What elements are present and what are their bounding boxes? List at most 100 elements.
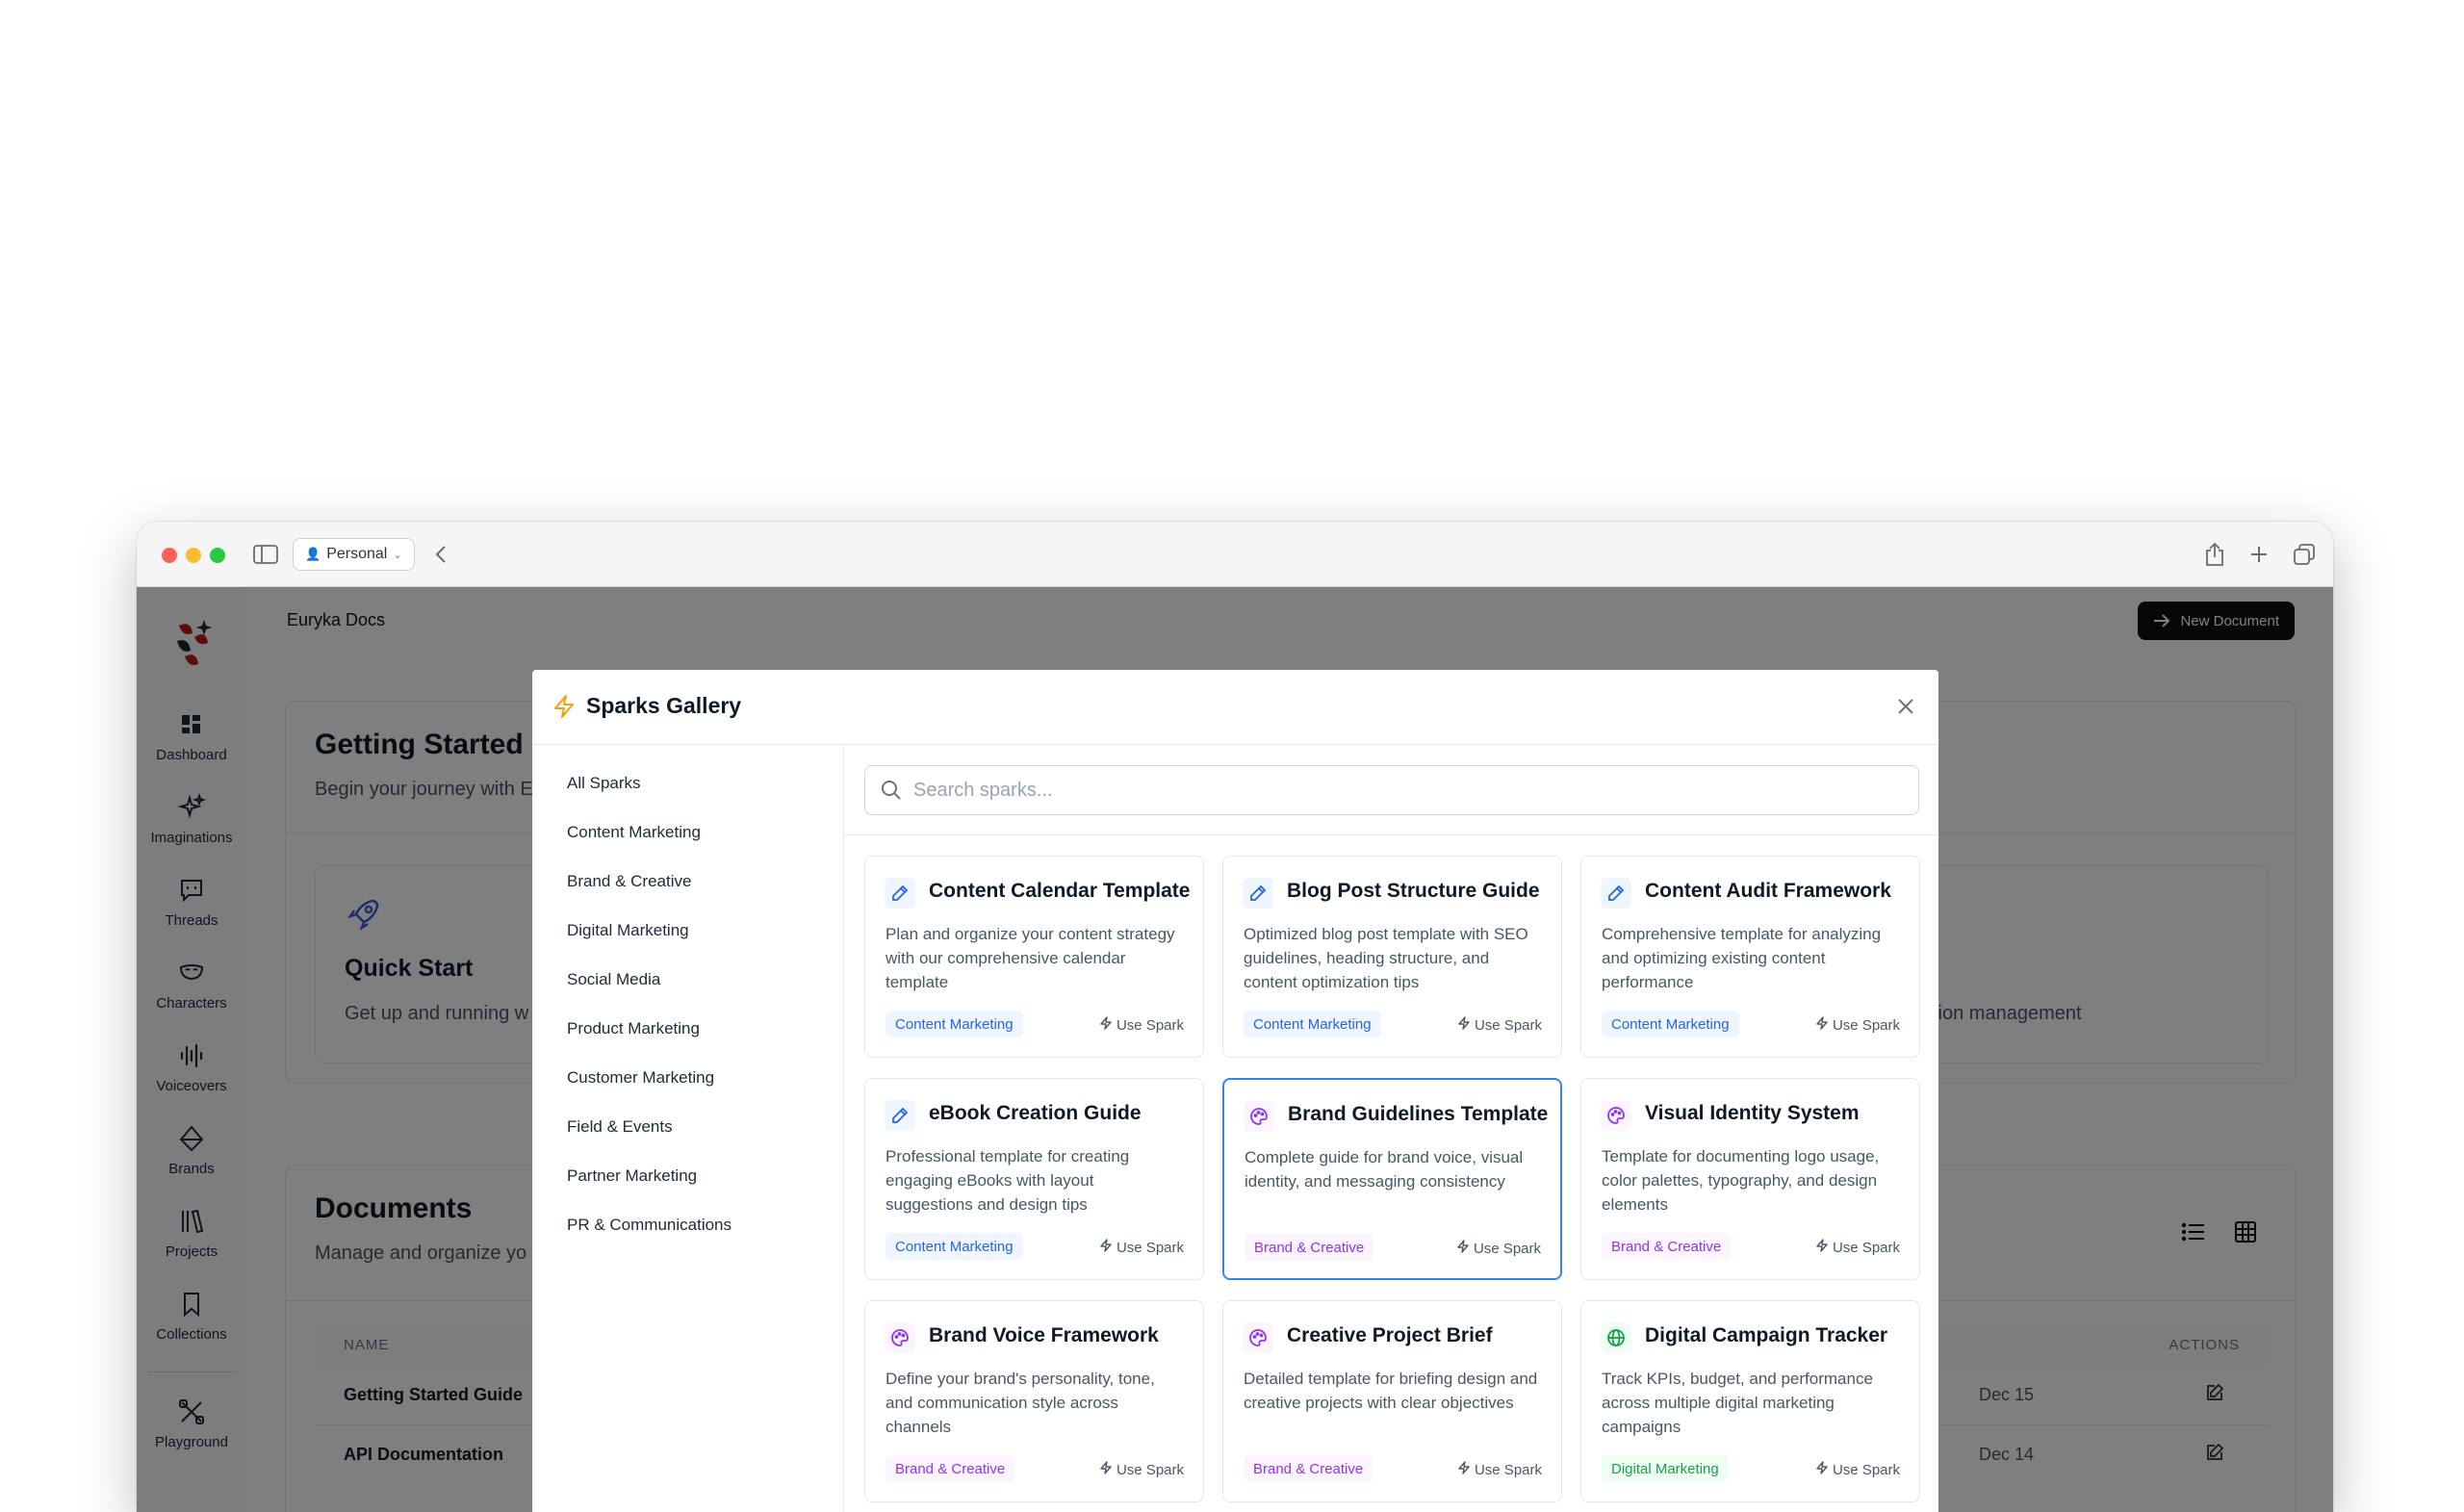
- search-box[interactable]: [864, 765, 1919, 815]
- use-spark-label: Use Spark: [1474, 1461, 1542, 1478]
- use-spark-button[interactable]: Use Spark: [1099, 1016, 1184, 1034]
- close-window-button[interactable]: [162, 548, 177, 563]
- category-customer-marketing[interactable]: Customer Marketing: [567, 1068, 714, 1088]
- spark-title: Content Calendar Template: [929, 880, 1191, 902]
- use-spark-button[interactable]: Use Spark: [1815, 1461, 1900, 1478]
- spark-card[interactable]: Content Audit Framework Comprehensive tem…: [1580, 856, 1920, 1058]
- minimize-window-button[interactable]: [186, 548, 201, 563]
- search-area: [844, 745, 1938, 835]
- spark-category-tag[interactable]: Digital Marketing: [1602, 1455, 1729, 1482]
- lightning-icon: [1457, 1016, 1471, 1034]
- use-spark-button[interactable]: Use Spark: [1456, 1240, 1541, 1257]
- category-social-media[interactable]: Social Media: [567, 970, 660, 989]
- lightning-icon: [1099, 1016, 1113, 1034]
- spark-category-tag[interactable]: Brand & Creative: [1245, 1234, 1374, 1261]
- sidebar-toggle-icon[interactable]: [250, 539, 281, 570]
- palette-icon: [1601, 1100, 1631, 1131]
- palette-icon: [1243, 1322, 1273, 1353]
- lightning-icon: [1815, 1461, 1829, 1478]
- spark-description: Comprehensive template for analyzing and…: [1602, 925, 1882, 991]
- use-spark-label: Use Spark: [1832, 1461, 1900, 1478]
- spark-category-tag[interactable]: Content Marketing: [886, 1233, 1023, 1260]
- search-input[interactable]: [913, 779, 1848, 802]
- category-product-marketing[interactable]: Product Marketing: [567, 1019, 700, 1038]
- spark-description: Optimized blog post template with SEO gu…: [1244, 925, 1528, 991]
- spark-description: Professional template for creating engag…: [886, 1147, 1130, 1214]
- spark-card[interactable]: Content Calendar Template Plan and organi…: [864, 856, 1204, 1058]
- person-icon: 👤: [305, 547, 321, 561]
- profile-label: Personal: [326, 546, 388, 562]
- palette-icon: [1244, 1101, 1274, 1132]
- spark-category-tag[interactable]: Brand & Creative: [1602, 1233, 1732, 1260]
- zoom-window-button[interactable]: [210, 548, 225, 563]
- spark-category-tag[interactable]: Brand & Creative: [886, 1455, 1015, 1482]
- spark-category-tag[interactable]: Content Marketing: [1244, 1011, 1381, 1038]
- use-spark-button[interactable]: Use Spark: [1815, 1016, 1900, 1034]
- palette-icon: [885, 1322, 915, 1353]
- lightning-icon: [554, 695, 574, 718]
- back-icon[interactable]: [425, 539, 456, 570]
- search-icon: [882, 781, 901, 800]
- chevron-down-icon: ⌄: [393, 549, 402, 561]
- spark-description: Detailed template for briefing design an…: [1244, 1370, 1538, 1412]
- browser-titlebar: 👤 Personal ⌄: [137, 522, 2333, 587]
- modal-header: Sparks Gallery: [532, 670, 1938, 745]
- use-spark-button[interactable]: Use Spark: [1099, 1239, 1184, 1256]
- spark-card[interactable]: eBook Creation Guide Professional templat…: [864, 1078, 1204, 1280]
- spark-title: Creative Project Brief: [1287, 1324, 1493, 1346]
- spark-title: Visual Identity System: [1645, 1102, 1860, 1124]
- spark-card[interactable]: Brand Voice Framework Define your brand's…: [864, 1300, 1204, 1502]
- use-spark-label: Use Spark: [1473, 1240, 1541, 1257]
- spark-card[interactable]: Visual Identity System Template for docum…: [1580, 1078, 1920, 1280]
- use-spark-button[interactable]: Use Spark: [1457, 1461, 1542, 1478]
- spark-title: Brand Voice Framework: [929, 1324, 1159, 1346]
- category-all-sparks[interactable]: All Sparks: [567, 774, 641, 793]
- spark-card[interactable]: Creative Project Brief Detailed template …: [1222, 1300, 1562, 1502]
- modal-title: Sparks Gallery: [586, 693, 742, 718]
- category-digital-marketing[interactable]: Digital Marketing: [567, 921, 689, 940]
- lightning-icon: [1099, 1461, 1113, 1478]
- lightning-icon: [1815, 1016, 1829, 1034]
- spark-category-tag[interactable]: Brand & Creative: [1244, 1455, 1373, 1482]
- use-spark-label: Use Spark: [1832, 1239, 1900, 1256]
- use-spark-label: Use Spark: [1474, 1016, 1542, 1034]
- spark-card[interactable]: Brand Guidelines Template Complete guide …: [1222, 1078, 1562, 1280]
- lightning-icon: [1456, 1240, 1470, 1257]
- pencil-icon: [1601, 878, 1631, 909]
- profile-selector[interactable]: 👤 Personal ⌄: [293, 538, 415, 571]
- category-brand-creative[interactable]: Brand & Creative: [567, 872, 691, 891]
- tab-overview-icon[interactable]: [2289, 539, 2320, 570]
- new-tab-icon[interactable]: [2244, 539, 2274, 570]
- use-spark-button[interactable]: Use Spark: [1099, 1461, 1184, 1478]
- spark-description: Template for documenting logo usage, col…: [1602, 1147, 1880, 1214]
- spark-category-tag[interactable]: Content Marketing: [1602, 1011, 1739, 1038]
- spark-card[interactable]: Digital Campaign Tracker Track KPIs, budg…: [1580, 1300, 1920, 1502]
- app-root: Dashboard Imaginations Threads Character…: [137, 587, 2333, 1512]
- spark-title: Digital Campaign Tracker: [1645, 1324, 1888, 1346]
- spark-description: Complete guide for brand voice, visual i…: [1245, 1148, 1524, 1191]
- spark-category-tag[interactable]: Content Marketing: [886, 1011, 1023, 1038]
- spark-card[interactable]: Blog Post Structure Guide Optimized blog …: [1222, 856, 1562, 1058]
- use-spark-button[interactable]: Use Spark: [1815, 1239, 1900, 1256]
- spark-description: Plan and organize your content strategy …: [886, 925, 1175, 991]
- use-spark-label: Use Spark: [1116, 1239, 1184, 1256]
- sparks-gallery-modal: Sparks Gallery All Sparks Content Market…: [532, 670, 1938, 1512]
- category-panel: All Sparks Content Marketing Brand & Cre…: [532, 745, 844, 1512]
- spark-title: Brand Guidelines Template: [1288, 1103, 1549, 1125]
- lightning-icon: [1815, 1239, 1829, 1256]
- pencil-icon: [1243, 878, 1273, 909]
- use-spark-label: Use Spark: [1116, 1461, 1184, 1478]
- category-field-events[interactable]: Field & Events: [567, 1117, 673, 1137]
- close-icon[interactable]: [1894, 695, 1917, 718]
- lightning-icon: [1457, 1461, 1471, 1478]
- share-icon[interactable]: [2199, 539, 2230, 570]
- pencil-icon: [885, 878, 915, 909]
- use-spark-label: Use Spark: [1116, 1016, 1184, 1034]
- spark-description: Define your brand's personality, tone, a…: [886, 1370, 1155, 1436]
- use-spark-button[interactable]: Use Spark: [1457, 1016, 1542, 1034]
- spark-title: Content Audit Framework: [1645, 880, 1891, 902]
- category-partner-marketing[interactable]: Partner Marketing: [567, 1166, 697, 1186]
- category-pr-communications[interactable]: PR & Communications: [567, 1216, 732, 1235]
- category-content-marketing[interactable]: Content Marketing: [567, 823, 701, 842]
- spark-title: eBook Creation Guide: [929, 1102, 1142, 1124]
